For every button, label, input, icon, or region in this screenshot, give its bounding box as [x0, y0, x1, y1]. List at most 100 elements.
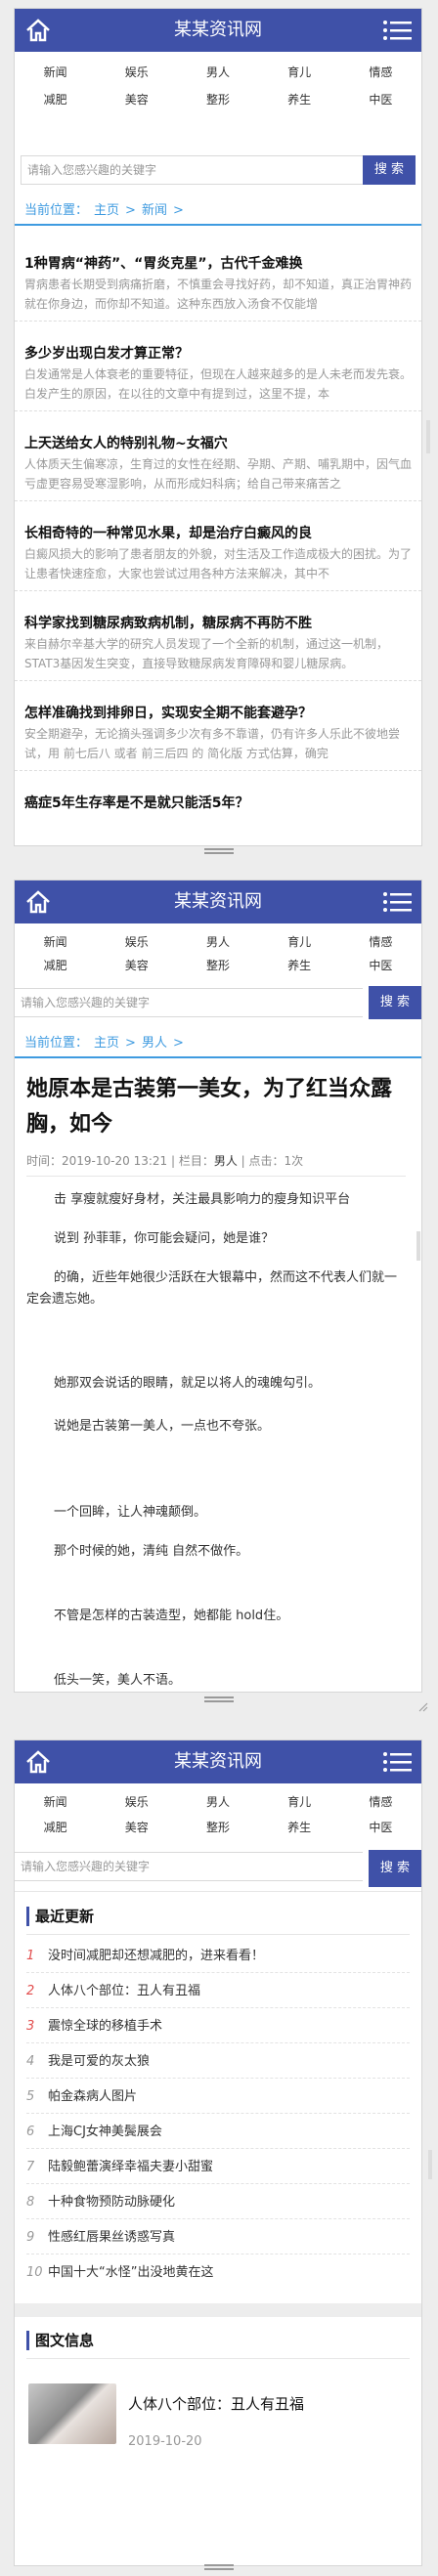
menu-icon[interactable]: [382, 890, 412, 914]
article-item[interactable]: 怎样准确找到排卵日，实现安全期不能套避孕？ 安全期避孕，无论摘头强调多少次有多不…: [15, 703, 421, 771]
search-button[interactable]: 搜 索: [363, 155, 416, 185]
nav-link-beauty[interactable]: 美容: [96, 955, 177, 976]
drag-handle[interactable]: [204, 1696, 234, 1704]
nav-link-parenting[interactable]: 育儿: [259, 62, 340, 83]
nav-link-tcm[interactable]: 中医: [340, 1817, 421, 1838]
list-item-title[interactable]: 十种食物预防动脉硬化: [48, 2195, 175, 2210]
menu-icon[interactable]: [382, 1750, 412, 1774]
nav-link-entertainment[interactable]: 娱乐: [96, 62, 177, 83]
nav-link-parenting[interactable]: 育儿: [259, 931, 340, 953]
breadcrumb-home[interactable]: 主页: [94, 1036, 119, 1051]
list-item[interactable]: 6 上海CJ女神美鬓展会: [26, 2116, 410, 2149]
image-post-date: 2019-10-20: [128, 2434, 202, 2449]
nav-link-entertainment[interactable]: 娱乐: [96, 1791, 177, 1813]
scrollbar[interactable]: [428, 2150, 432, 2179]
list-item-title[interactable]: 没时间减肥却还想减肥的，进来看看！: [48, 1949, 264, 1963]
list-item[interactable]: 5 帕金森病人图片: [26, 2081, 410, 2114]
nav-link-men[interactable]: 男人: [177, 62, 258, 83]
article-item[interactable]: 1种胃病“神药”、“胃炎克星”，古代千金难换 胃病患者长期受到病痛折磨，不慎重会…: [15, 253, 421, 322]
article-item[interactable]: 上天送给女人的特别礼物~女福穴 人体质天生偏寒凉，生育过的女性在经期、孕期、产期…: [15, 433, 421, 501]
article-title[interactable]: 科学家找到糖尿病致病机制，糖尿病不再防不胜: [24, 613, 412, 634]
search-button[interactable]: 搜 索: [369, 1850, 421, 1887]
article-title[interactable]: 上天送给女人的特别礼物~女福穴: [24, 433, 412, 454]
list-item-title[interactable]: 性感红唇果丝诱惑写真: [48, 2230, 175, 2245]
list-item-title[interactable]: 陆毅鲍蕾演绎幸福夫妻小甜蜜: [48, 2160, 213, 2174]
article-item[interactable]: 多少岁出现白发才算正常？ 白发通常是人体衰老的重要特征，但现在人越来越多的是人未…: [15, 343, 421, 411]
rank-number: 8: [26, 2195, 35, 2210]
article-item[interactable]: 长相奇特的一种常见水果，却是治疗白癜风的良 白癜风损大的影响了患者朋友的外貌，对…: [15, 523, 421, 591]
list-item[interactable]: 10 中国十大“水怪”出没地黄在这: [26, 2256, 410, 2290]
article-item[interactable]: 科学家找到糖尿病致病机制，糖尿病不再防不胜 来自赫尔辛基大学的研究人员发现了一个…: [15, 613, 421, 681]
scrollbar[interactable]: [416, 1231, 420, 1261]
list-item-title[interactable]: 人体八个部位：丑人有丑福: [48, 1984, 200, 1998]
search-input[interactable]: 请输入您感兴趣的关键字: [15, 988, 363, 1017]
post-paragraph: 说到 孙菲菲，你可能会疑问，她是谁？: [54, 1231, 275, 1246]
nav-link-news[interactable]: 新闻: [15, 931, 96, 953]
nav-link-tcm[interactable]: 中医: [340, 955, 421, 976]
nav-link-health[interactable]: 养生: [259, 1817, 340, 1838]
breadcrumb-home[interactable]: 主页: [94, 203, 119, 218]
list-item[interactable]: 7 陆毅鲍蕾演绎幸福夫妻小甜蜜: [26, 2151, 410, 2184]
nav-link-weight-loss[interactable]: 减肥: [15, 1817, 96, 1838]
list-item-title[interactable]: 我是可爱的灰太狼: [48, 2054, 150, 2069]
article-title[interactable]: 癌症5年生存率是不是就只能活5年？: [24, 793, 412, 814]
breadcrumb-current[interactable]: 新闻: [142, 203, 167, 218]
site-title: 某某资讯网: [174, 20, 262, 40]
nav-link-health[interactable]: 养生: [259, 955, 340, 976]
nav-link-plastic[interactable]: 整形: [177, 955, 258, 976]
nav-link-tcm[interactable]: 中医: [340, 89, 421, 110]
article-title[interactable]: 怎样准确找到排卵日，实现安全期不能套避孕？: [24, 703, 412, 724]
drag-handle[interactable]: [204, 848, 234, 856]
nav-link-news[interactable]: 新闻: [15, 1791, 96, 1813]
breadcrumb-separator: >: [172, 1036, 184, 1051]
article-title[interactable]: 长相奇特的一种常见水果，却是治疗白癜风的良: [24, 523, 412, 544]
search-button[interactable]: 搜 索: [369, 986, 421, 1019]
nav-link-men[interactable]: 男人: [177, 1791, 258, 1813]
image-post-title[interactable]: 人体八个部位：丑人有丑福: [128, 2393, 304, 2414]
post-time-label: 时间：: [26, 1154, 63, 1168]
article-title[interactable]: 多少岁出现白发才算正常？: [24, 343, 412, 365]
resize-grip-icon[interactable]: [416, 1700, 428, 1712]
breadcrumb-current[interactable]: 男人: [142, 1036, 167, 1051]
nav-link-health[interactable]: 养生: [259, 89, 340, 110]
list-item-title[interactable]: 上海CJ女神美鬓展会: [48, 2125, 162, 2139]
nav-link-men[interactable]: 男人: [177, 931, 258, 953]
list-item-title[interactable]: 震惊全球的移植手术: [48, 2019, 162, 2034]
nav-link-news[interactable]: 新闻: [15, 62, 96, 83]
list-item[interactable]: 9 性感红唇果丝诱惑写真: [26, 2221, 410, 2254]
nav-link-plastic[interactable]: 整形: [177, 1817, 258, 1838]
list-item-title[interactable]: 帕金森病人图片: [48, 2089, 137, 2104]
nav-link-weight-loss[interactable]: 减肥: [15, 955, 96, 976]
list-item[interactable]: 3 震惊全球的移植手术: [26, 2010, 410, 2043]
post-category[interactable]: 男人: [214, 1154, 238, 1168]
list-item[interactable]: 2 人体八个部位：丑人有丑福: [26, 1975, 410, 2008]
site-title: 某某资讯网: [174, 1751, 262, 1772]
nav-link-entertainment[interactable]: 娱乐: [96, 931, 177, 953]
post-meta: 时间：2019-10-20 13:21 | 栏目：男人 | 点击：1次: [26, 1154, 304, 1168]
list-item[interactable]: 1 没时间减肥却还想减肥的，进来看看！: [26, 1940, 410, 1973]
list-item[interactable]: 4 我是可爱的灰太狼: [26, 2045, 410, 2079]
post-title: 她原本是古装第一美女，为了红当众露胸，如今: [26, 1077, 393, 1137]
rank-number: 1: [26, 1949, 35, 1963]
drag-handle[interactable]: [204, 2564, 234, 2572]
nav-link-emotion[interactable]: 情感: [340, 1791, 421, 1813]
article-summary: 白癜风损大的影响了患者朋友的外貌，对生活及工作造成极大的困扰。为了让患者快速痊愈…: [24, 547, 412, 580]
nav-link-weight-loss[interactable]: 减肥: [15, 89, 96, 110]
nav-link-beauty[interactable]: 美容: [96, 89, 177, 110]
nav-link-beauty[interactable]: 美容: [96, 1817, 177, 1838]
menu-icon[interactable]: [382, 19, 412, 42]
article-title[interactable]: 1种胃病“神药”、“胃炎克星”，古代千金难换: [24, 253, 412, 275]
list-item[interactable]: 8 十种食物预防动脉硬化: [26, 2186, 410, 2219]
nav-link-emotion[interactable]: 情感: [340, 62, 421, 83]
search-input[interactable]: 请输入您感兴趣的关键字: [21, 155, 363, 185]
list-item-title[interactable]: 中国十大“水怪”出没地黄在这: [48, 2265, 213, 2280]
post-thumbnail-image[interactable]: [28, 2383, 116, 2444]
nav-link-parenting[interactable]: 育儿: [259, 1791, 340, 1813]
scrollbar[interactable]: [426, 420, 430, 453]
nav-link-emotion[interactable]: 情感: [340, 931, 421, 953]
article-summary: 安全期避孕，无论摘头强调多少次有多不靠谱，仍有许多人乐此不彼地尝试，用 前七后八…: [24, 727, 401, 760]
search-input[interactable]: 请输入您感兴趣的关键字: [15, 1852, 363, 1881]
post-paragraph: 不管是怎样的古装造型，她都能 hold住。: [54, 1609, 289, 1623]
nav-link-plastic[interactable]: 整形: [177, 89, 258, 110]
article-item[interactable]: 癌症5年生存率是不是就只能活5年？: [24, 793, 412, 814]
